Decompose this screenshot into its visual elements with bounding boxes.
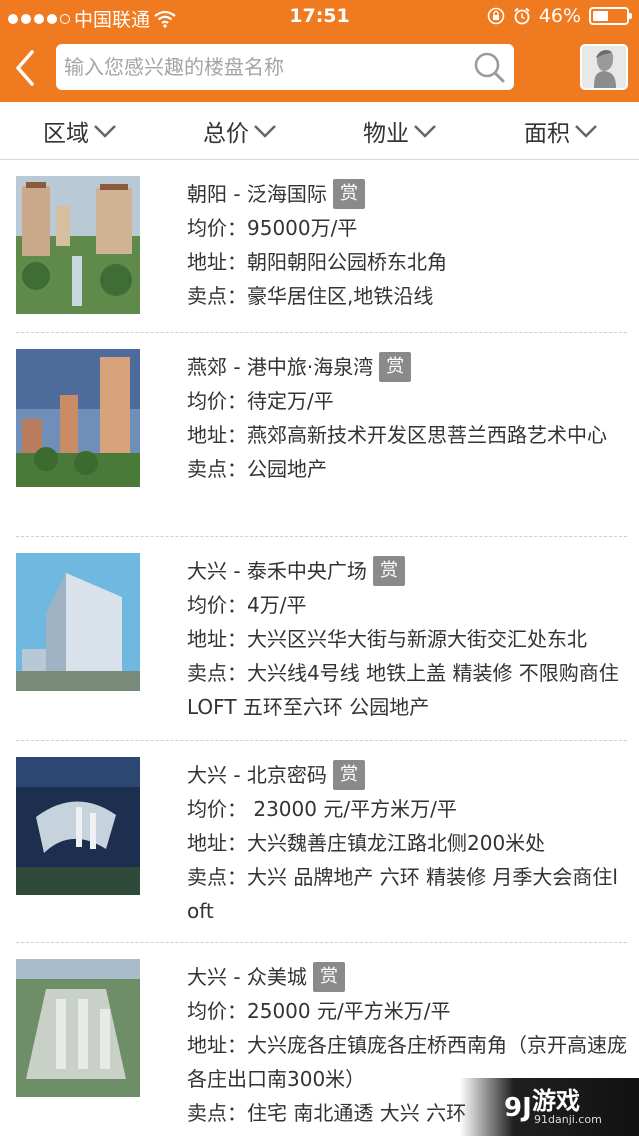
listing-title-row: 大兴 - 众美城 赏 — [187, 960, 627, 994]
header: 中国联通 17:51 46% — [0, 0, 639, 102]
filter-label: 物业 — [363, 121, 409, 147]
user-silhouette-icon — [582, 46, 626, 88]
listing-info: 燕郊 - 港中旅·海泉湾 赏 均价：待定万/平 地址：燕郊高新技术开发区思菩兰西… — [187, 350, 627, 486]
listing-image[interactable] — [16, 176, 140, 314]
watermark-url: 91danji.com — [534, 1113, 602, 1126]
listing-title[interactable]: 燕郊 - 港中旅·海泉湾 — [187, 350, 373, 384]
listing-address: 地址：燕郊高新技术开发区思菩兰西路艺术中心 — [187, 423, 607, 447]
search-icon[interactable] — [472, 50, 506, 84]
filter-label: 面积 — [524, 121, 570, 147]
listing-address: 地址：大兴魏善庄镇龙江路北侧200米处 — [187, 831, 546, 855]
listing-address: 地址：大兴区兴华大街与新源大街交汇处东北 — [187, 627, 587, 651]
watermark: 9J 游戏 91danji.com — [460, 1078, 639, 1136]
listing-price: 均价：25000 元/平方米万/平 — [187, 999, 451, 1023]
listing-title-row: 朝阳 - 泛海国际 赏 — [187, 177, 627, 211]
filter-total-price[interactable]: 总价 — [203, 102, 277, 160]
listing-title[interactable]: 朝阳 - 泛海国际 — [187, 177, 327, 211]
divider — [16, 942, 627, 943]
battery-fill — [593, 11, 608, 21]
listing-image[interactable] — [16, 349, 140, 487]
listing-title[interactable]: 大兴 - 泰禾中央广场 — [187, 554, 367, 588]
divider — [16, 536, 627, 537]
listing-image[interactable] — [16, 757, 140, 895]
filter-label: 总价 — [203, 121, 249, 147]
listing-badge: 赏 — [372, 556, 405, 586]
search-input[interactable] — [64, 44, 459, 90]
listing-title[interactable]: 大兴 - 众美城 — [187, 960, 307, 994]
battery-percent: 46% — [538, 5, 581, 27]
listing-badge: 赏 — [332, 179, 365, 209]
listing-selling-points: 卖点：大兴线4号线 地铁上盖 精装修 不限购商住LOFT 五环至六环 公园地产 — [187, 661, 619, 719]
filter-area[interactable]: 面积 — [524, 102, 598, 160]
listing-title-row: 大兴 - 泰禾中央广场 赏 — [187, 554, 627, 588]
chevron-down-icon — [94, 125, 116, 138]
chevron-down-icon — [414, 125, 436, 138]
listing-image[interactable] — [16, 959, 140, 1097]
avatar[interactable] — [580, 44, 628, 90]
filter-property[interactable]: 物业 — [363, 102, 437, 160]
listing-image[interactable] — [16, 553, 140, 691]
divider — [16, 332, 627, 333]
filter-label: 区域 — [43, 121, 89, 147]
listing-badge: 赏 — [312, 962, 345, 992]
rotation-lock-icon — [487, 7, 505, 25]
listing-badge: 赏 — [332, 760, 365, 790]
back-arrow-icon[interactable] — [10, 46, 44, 90]
svg-text:9J: 9J — [504, 1093, 532, 1123]
listing-address: 地址：朝阳朝阳公园桥东北角 — [187, 250, 447, 274]
listing-info: 大兴 - 泰禾中央广场 赏 均价：4万/平 地址：大兴区兴华大街与新源大街交汇处… — [187, 554, 627, 724]
listing-selling-points: 卖点：公园地产 — [187, 457, 327, 481]
battery-icon — [589, 7, 632, 25]
alarm-icon — [514, 7, 530, 25]
filter-bar: 区域 总价 物业 面积 — [0, 102, 639, 160]
listing-price: 均价：待定万/平 — [187, 389, 334, 413]
filter-region[interactable]: 区域 — [43, 102, 117, 160]
chevron-down-icon — [575, 125, 597, 138]
listing-price: 均价：4万/平 — [187, 593, 307, 617]
listing-selling-points: 卖点：大兴 品牌地产 六环 精装修 月季大会商住loft — [187, 865, 618, 923]
listing-price: 均价： 23000 元/平方米万/平 — [187, 797, 457, 821]
listing-title-row: 燕郊 - 港中旅·海泉湾 赏 — [187, 350, 627, 384]
listing-price: 均价：95000万/平 — [187, 216, 358, 240]
listing-badge: 赏 — [379, 352, 412, 382]
search-box[interactable] — [56, 44, 514, 90]
watermark-logo-icon: 9J — [504, 1093, 532, 1123]
listing-info: 朝阳 - 泛海国际 赏 均价：95000万/平 地址：朝阳朝阳公园桥东北角 卖点… — [187, 177, 627, 313]
listing-title-row: 大兴 - 北京密码 赏 — [187, 758, 627, 792]
listing-selling-points: 卖点：豪华居住区,地铁沿线 — [187, 284, 434, 308]
chevron-down-icon — [254, 125, 276, 138]
listing-info: 大兴 - 北京密码 赏 均价： 23000 元/平方米万/平 地址：大兴魏善庄镇… — [187, 758, 627, 928]
watermark-name: 游戏 — [532, 1087, 580, 1115]
listing-title[interactable]: 大兴 - 北京密码 — [187, 758, 327, 792]
status-right: 46% — [487, 5, 632, 27]
status-bar: 中国联通 17:51 46% — [0, 0, 639, 34]
divider — [16, 740, 627, 741]
